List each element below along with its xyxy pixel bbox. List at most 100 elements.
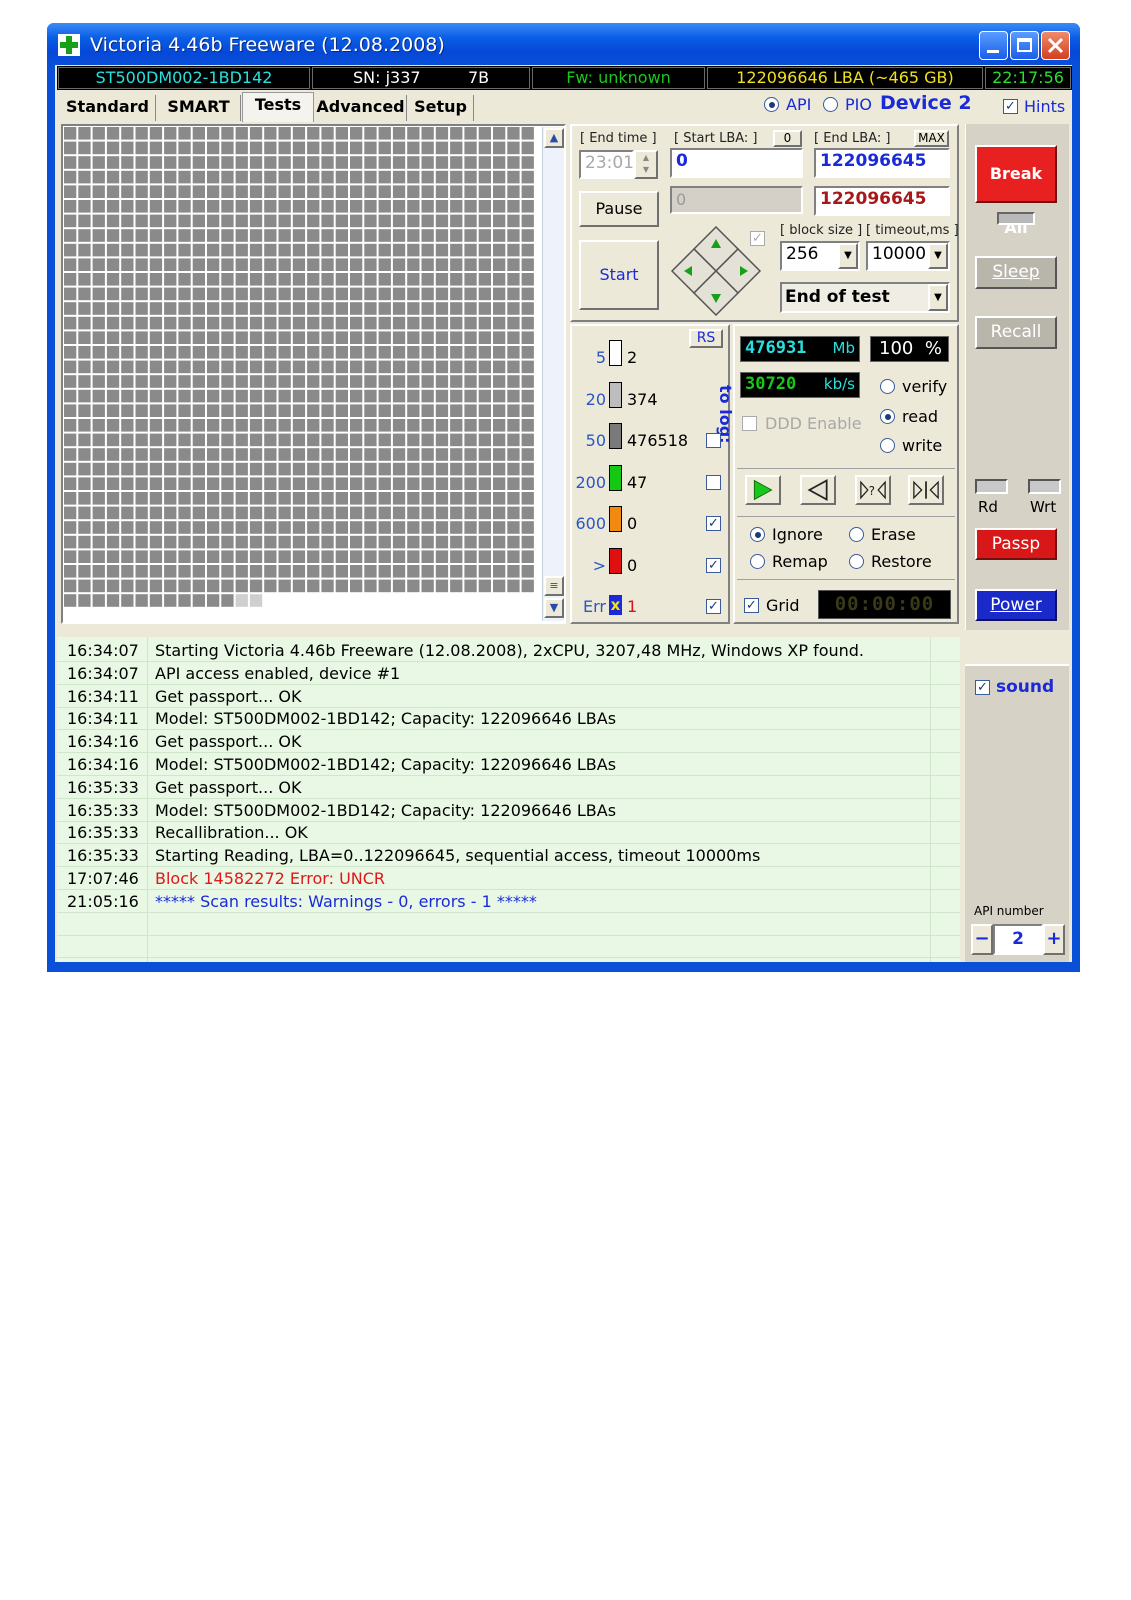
start-button[interactable]: Start — [579, 240, 659, 310]
block-cell — [178, 316, 191, 330]
end-lba-field[interactable]: 122096645 — [814, 148, 950, 178]
tab-smart[interactable]: SMART — [157, 95, 241, 121]
log-checkbox[interactable] — [706, 475, 721, 490]
break-all-button[interactable]: Break All — [975, 145, 1057, 237]
api-number-plus-button[interactable]: + — [1043, 924, 1065, 955]
block-cell — [450, 433, 463, 447]
restore-radio[interactable] — [849, 554, 864, 569]
log-entry: 16:35:33 Get passport... OK — [57, 776, 960, 799]
block-cell — [378, 214, 391, 228]
start-lba-field[interactable]: 0 — [670, 148, 803, 178]
log-checkbox[interactable]: ✓ — [706, 558, 721, 573]
block-cell — [493, 492, 506, 505]
block-cell — [364, 389, 377, 403]
block-cell — [135, 535, 148, 549]
timeout-select[interactable]: 10000 ▼ — [866, 241, 950, 271]
scroll-up-icon[interactable]: ▲ — [544, 128, 564, 148]
end-time-spinner[interactable]: ▲ ▼ — [634, 150, 658, 179]
legend-swatch — [609, 382, 622, 408]
block-cell — [521, 448, 534, 461]
passp-button[interactable]: Passp — [975, 528, 1057, 560]
write-radio[interactable] — [880, 438, 895, 453]
hints-checkbox[interactable]: ✓ — [1003, 99, 1018, 114]
block-cell — [321, 521, 334, 534]
block-cell — [149, 433, 163, 447]
log-panel[interactable]: 16:34:07 Starting Victoria 4.46b Freeware… — [57, 637, 960, 963]
end-time-label: [ End time ] — [580, 131, 657, 146]
chevron-down-icon[interactable]: ▼ — [838, 243, 858, 269]
api-radio[interactable] — [764, 97, 779, 112]
butterfly-icon[interactable] — [908, 475, 944, 505]
block-cell — [392, 404, 406, 417]
play-icon[interactable] — [745, 475, 781, 505]
block-cell — [207, 535, 220, 549]
block-cell — [264, 419, 277, 432]
map-scrollbar[interactable]: ▲ ≡ ▼ — [542, 127, 564, 621]
block-cell — [249, 243, 263, 257]
tab-setup[interactable]: Setup — [408, 95, 474, 121]
block-cell — [493, 375, 506, 388]
api-number-field[interactable]: 2 — [993, 924, 1043, 955]
block-cell — [521, 492, 534, 505]
block-cell — [321, 346, 334, 359]
log-checkbox[interactable]: ✓ — [706, 599, 721, 614]
pio-radio[interactable] — [823, 97, 838, 112]
start-lba-zero-button[interactable]: 0 — [773, 130, 802, 147]
read-radio[interactable] — [880, 409, 895, 424]
rs-button[interactable]: RS — [689, 329, 723, 348]
tab-advanced[interactable]: Advanced — [315, 95, 407, 121]
block-cell — [507, 506, 520, 520]
block-cell — [164, 170, 177, 184]
log-checkbox[interactable] — [706, 433, 721, 448]
block-cell — [249, 594, 263, 607]
block-cell — [249, 565, 263, 578]
ddd-enable-checkbox[interactable] — [742, 416, 757, 431]
log-checkbox[interactable]: ✓ — [706, 516, 721, 531]
pad-checkbox[interactable]: ✓ — [750, 231, 765, 246]
block-cell — [335, 331, 348, 344]
pause-button[interactable]: Pause — [579, 191, 659, 227]
block-cell — [392, 287, 406, 301]
end-time-field[interactable]: 23:01 — [579, 150, 634, 179]
recall-button[interactable]: Recall — [975, 316, 1057, 349]
block-cell — [378, 200, 391, 213]
sleep-button[interactable]: Sleep — [975, 256, 1057, 289]
erase-radio[interactable] — [849, 527, 864, 542]
end-action-select[interactable]: End of test ▼ — [780, 282, 950, 313]
random-seek-icon[interactable]: ? — [855, 475, 891, 505]
chevron-down-icon[interactable]: ▼ — [928, 284, 948, 311]
chevron-down-icon[interactable]: ▼ — [928, 243, 948, 269]
maximize-button[interactable] — [1010, 31, 1039, 60]
block-cell — [407, 433, 420, 447]
block-cell — [64, 302, 77, 315]
tab-tests[interactable]: Tests — [242, 92, 314, 122]
remap-radio[interactable] — [750, 554, 765, 569]
grid-checkbox[interactable]: ✓ — [744, 598, 759, 613]
sound-checkbox[interactable]: ✓ — [975, 680, 990, 695]
block-cell — [192, 419, 205, 432]
block-cell — [307, 258, 320, 271]
tab-standard[interactable]: Standard — [60, 95, 156, 121]
block-cell — [450, 492, 463, 505]
block-cell — [135, 185, 148, 198]
close-button[interactable] — [1041, 31, 1070, 60]
block-size-select[interactable]: 256 ▼ — [780, 241, 860, 271]
verify-radio[interactable] — [880, 379, 895, 394]
block-cell — [407, 477, 420, 490]
block-cell — [435, 565, 449, 578]
minimize-button[interactable] — [979, 31, 1008, 60]
block-cell — [392, 170, 406, 184]
block-cell — [221, 243, 234, 257]
block-cell — [407, 127, 420, 140]
api-number-minus-button[interactable]: − — [971, 924, 993, 955]
scroll-thumb[interactable]: ≡ — [544, 576, 564, 596]
device-label[interactable]: Device 2 — [880, 92, 972, 114]
reverse-icon[interactable] — [800, 475, 836, 505]
block-cell — [450, 346, 463, 359]
block-cell — [92, 389, 105, 403]
ignore-radio[interactable] — [750, 527, 765, 542]
block-cell — [92, 346, 105, 359]
power-button[interactable]: Power — [975, 589, 1057, 621]
end-lba-max-button[interactable]: MAX — [914, 130, 949, 147]
scroll-down-icon[interactable]: ▼ — [544, 598, 564, 618]
